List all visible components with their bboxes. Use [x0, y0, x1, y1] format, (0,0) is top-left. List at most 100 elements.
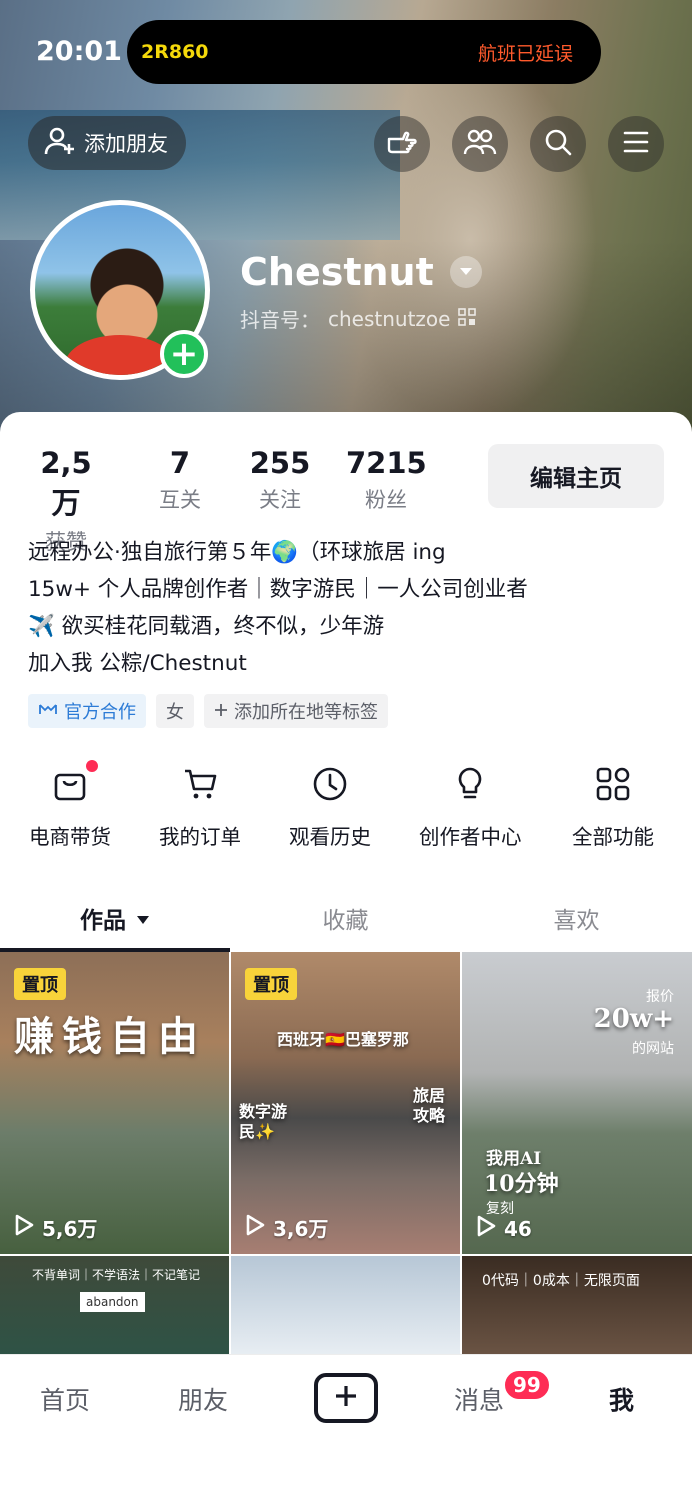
pinned-badge: 置顶: [245, 968, 297, 1000]
add-friend-label: 添加朋友: [84, 132, 168, 156]
feature-creator-center[interactable]: 创作者中心: [419, 762, 522, 850]
feature-all-functions[interactable]: 全部功能: [572, 762, 654, 850]
username-text: Chestnut: [240, 250, 434, 294]
video-caption: 0代码｜0成本｜无限页面: [482, 1273, 640, 1289]
video-caption: 报价: [646, 989, 674, 1005]
bio-line: 15w+ 个人品牌创作者｜数字游民｜一人公司创业者: [28, 577, 528, 602]
bottom-nav: 首页 朋友 消息 99 我: [0, 1354, 692, 1500]
content-tabs: 作品 收藏 喜欢: [0, 886, 692, 952]
video-caption: 的网站: [632, 1041, 674, 1057]
view-count-text: 3,6万: [273, 1217, 329, 1241]
stat-label: 互关: [159, 488, 201, 512]
stat-value: 7215: [346, 446, 427, 480]
tab-favorites[interactable]: 收藏: [230, 886, 461, 950]
chevron-down-icon[interactable]: [449, 256, 482, 288]
message-badge: 99: [503, 1369, 551, 1401]
bio-line: ✈️ 欲买桂花同载酒，终不似，少年游: [28, 614, 385, 639]
video-thumbnail[interactable]: 0代码｜0成本｜无限页面: [462, 1256, 692, 1356]
tab-label: 作品: [80, 908, 126, 934]
feature-label: 我的订单: [159, 825, 241, 849]
video-subtitle: 数字游民✨: [239, 1102, 288, 1141]
add-friend-button[interactable]: 添加朋友: [28, 116, 186, 170]
video-caption: 10分钟: [484, 1171, 559, 1197]
menu-icon: [622, 130, 650, 158]
hand-pointer-button[interactable]: [374, 116, 430, 172]
hand-pointer-icon: [386, 127, 418, 161]
caret-down-icon: [136, 905, 150, 931]
friends-button[interactable]: [452, 116, 508, 172]
video-thumbnail[interactable]: 不背单词｜不学语法｜不记笔记 abandon: [0, 1256, 229, 1356]
video-caption: 不背单词｜不学语法｜不记笔记: [32, 1268, 201, 1282]
video-thumbnail[interactable]: [231, 1256, 460, 1356]
feature-ecommerce[interactable]: 电商带货: [29, 760, 111, 850]
feature-label: 观看历史: [289, 825, 371, 849]
nav-me[interactable]: 我: [609, 1381, 634, 1417]
video-title: 西班牙🇪🇸巴塞罗那: [277, 1030, 409, 1049]
lightbulb-icon: [448, 762, 492, 806]
feature-label: 电商带货: [29, 825, 111, 849]
pinned-badge: 置顶: [14, 968, 66, 1000]
plus-icon: [214, 701, 228, 722]
add-user-icon: [44, 126, 78, 161]
view-count-text: 5,6万: [42, 1217, 98, 1241]
video-grid: 赚钱自由 置顶 5,6万 西班牙🇪🇸巴塞罗那 数字游民✨ 旅居攻略 置顶 3,6…: [0, 952, 692, 1356]
view-count: 46: [476, 1215, 532, 1242]
tag-label: 添加所在地等标签: [234, 702, 378, 723]
stat-value: 255: [249, 446, 311, 480]
nav-messages[interactable]: 消息: [454, 1381, 504, 1417]
feature-orders[interactable]: 我的订单: [159, 762, 241, 850]
plus-icon: [334, 1384, 358, 1412]
menu-button[interactable]: [608, 116, 664, 172]
handshake-icon: [38, 701, 58, 722]
clock-icon: [308, 762, 352, 806]
tag-add-location[interactable]: 添加所在地等标签: [204, 694, 388, 728]
video-caption: 20w+: [593, 1004, 674, 1034]
create-post-button[interactable]: [314, 1373, 378, 1423]
avatar-add-plus-icon[interactable]: +: [160, 330, 208, 378]
status-time: 20:01: [36, 36, 122, 67]
search-icon: [543, 127, 573, 161]
play-icon: [476, 1215, 496, 1242]
feature-label: 创作者中心: [419, 825, 522, 849]
dynamic-island-flight-activity[interactable]: 2R860 航班已延误: [127, 20, 601, 84]
grid-apps-icon: [591, 762, 635, 806]
profile-card: 2,5万 获赞 7 互关 255 关注 7215 粉丝 编辑主页 远程办公·独自…: [0, 412, 692, 1500]
tag-gender[interactable]: 女: [156, 694, 194, 728]
play-icon: [245, 1214, 265, 1241]
video-thumbnail[interactable]: 报价 20w+ 的网站 我用AI 10分钟 复刻 46: [462, 952, 692, 1254]
edit-profile-button[interactable]: 编辑主页: [488, 444, 664, 508]
nav-friends[interactable]: 朋友: [178, 1381, 228, 1417]
friends-icon: [463, 127, 497, 161]
qr-code-icon: [458, 307, 477, 331]
douyin-id-value: chestnutzoe: [328, 306, 451, 331]
play-icon: [14, 1214, 34, 1241]
cart-icon: [178, 762, 222, 806]
tab-works[interactable]: 作品: [0, 886, 230, 952]
notification-dot: [86, 760, 98, 772]
flight-number: 2R860: [141, 41, 209, 63]
video-subtitle: 旅居攻略: [413, 1086, 446, 1125]
nav-home[interactable]: 首页: [40, 1381, 90, 1417]
tag-official-cooperation[interactable]: 官方合作: [28, 694, 146, 728]
stat-label: 粉丝: [365, 488, 407, 512]
shopping-bag-icon: [48, 760, 98, 806]
view-count: 3,6万: [245, 1213, 328, 1242]
feature-label: 全部功能: [572, 825, 654, 849]
tag-row: 官方合作 女 添加所在地等标签: [28, 694, 388, 728]
tag-label: 官方合作: [64, 702, 136, 723]
flight-status: 航班已延误: [477, 42, 573, 65]
video-title: 赚钱自由: [14, 1013, 206, 1060]
username[interactable]: Chestnut: [240, 250, 482, 294]
tab-likes[interactable]: 喜欢: [461, 886, 692, 950]
stat-value: 2,5万: [40, 446, 92, 520]
douyin-id-label: 抖音号：: [240, 308, 320, 332]
feature-history[interactable]: 观看历史: [289, 762, 371, 850]
bio: 远程办公·独自旅行第５年🌍（环球旅居 ing 15w+ 个人品牌创作者｜数字游民…: [28, 534, 528, 682]
view-count: 5,6万: [14, 1213, 97, 1242]
video-thumbnail[interactable]: 西班牙🇪🇸巴塞罗那 数字游民✨ 旅居攻略 置顶 3,6万: [231, 952, 460, 1254]
bio-line: 加入我 公粽/Chestnut: [28, 651, 247, 676]
video-thumbnail[interactable]: 赚钱自由 置顶 5,6万: [0, 952, 229, 1254]
douyin-id[interactable]: 抖音号： chestnutzoe: [240, 304, 477, 333]
search-button[interactable]: [530, 116, 586, 172]
video-caption: abandon: [80, 1292, 145, 1312]
